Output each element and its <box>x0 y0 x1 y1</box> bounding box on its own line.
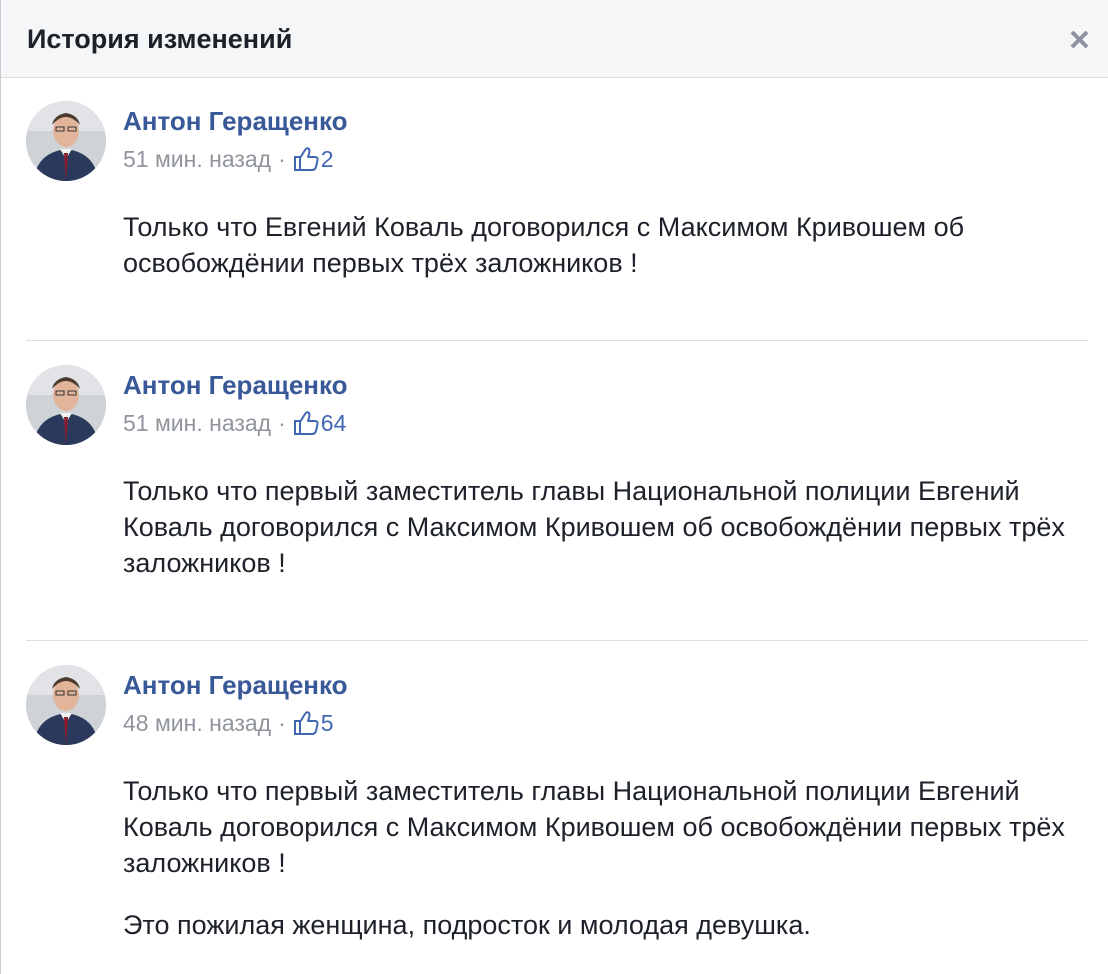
like-count[interactable]: 5 <box>321 708 334 738</box>
like-count[interactable]: 2 <box>321 144 334 174</box>
entry-meta: 51 мин. назад · 64 <box>123 408 346 438</box>
like-count[interactable]: 64 <box>321 408 347 438</box>
close-button[interactable] <box>1065 24 1095 54</box>
timestamp[interactable]: 51 мин. назад <box>123 408 271 438</box>
meta-separator: · <box>278 146 286 172</box>
like-icon <box>292 145 320 173</box>
entry-paragraph: Только что первый заместитель главы Наци… <box>123 476 1065 578</box>
author-avatar[interactable] <box>26 101 106 181</box>
like-icon <box>292 409 320 437</box>
author-avatar[interactable] <box>26 365 106 445</box>
entry-text: Только что первый заместитель главы Наци… <box>123 773 1098 943</box>
author-name[interactable]: Антон Геращенко <box>123 669 348 701</box>
entry-paragraph: Это пожилая женщина, подросток и молодая… <box>123 910 811 940</box>
entry-text: Только что Евгений Коваль договорился с … <box>123 209 1098 281</box>
dialog-title: История изменений <box>27 24 293 54</box>
edit-history-dialog: История изменений Антон Геращенко 51 мин… <box>0 0 1108 974</box>
author-name[interactable]: Антон Геращенко <box>123 369 348 401</box>
entry-meta: 51 мин. назад · 2 <box>123 144 334 174</box>
meta-separator: · <box>278 710 286 736</box>
dialog-header: История изменений <box>1 0 1108 78</box>
close-icon <box>1065 24 1095 54</box>
entry-divider <box>26 340 1088 341</box>
author-avatar[interactable] <box>26 665 106 745</box>
author-name[interactable]: Антон Геращенко <box>123 105 348 137</box>
entry-text: Только что первый заместитель главы Наци… <box>123 473 1098 581</box>
entry-meta: 48 мин. назад · 5 <box>123 708 334 738</box>
entry-paragraph: Только что первый заместитель главы Наци… <box>123 776 1065 878</box>
timestamp[interactable]: 48 мин. назад <box>123 708 271 738</box>
entry-divider <box>26 640 1088 641</box>
timestamp[interactable]: 51 мин. назад <box>123 144 271 174</box>
like-icon <box>292 709 320 737</box>
entry-paragraph: Только что Евгений Коваль договорился с … <box>123 212 965 278</box>
meta-separator: · <box>278 410 286 436</box>
